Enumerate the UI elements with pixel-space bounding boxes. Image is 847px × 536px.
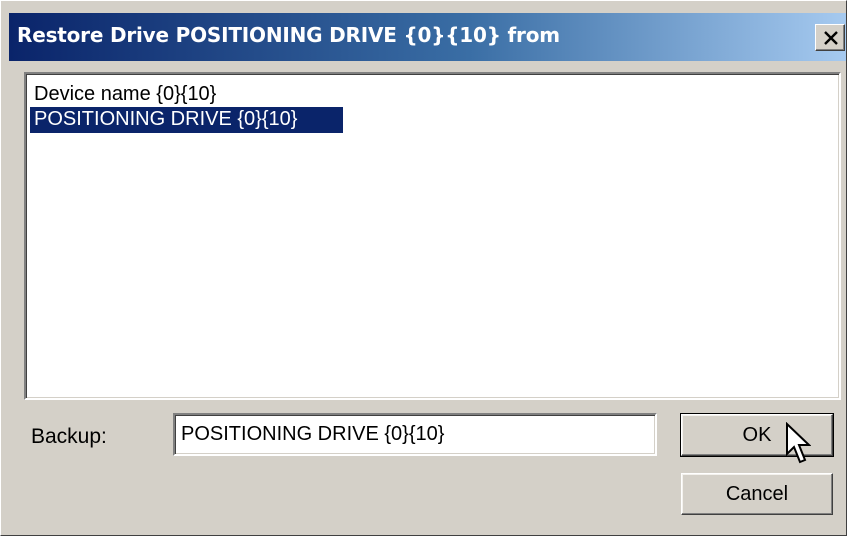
close-icon — [824, 31, 838, 45]
device-list[interactable]: Device name {0}{10} POSITIONING DRIVE {0… — [24, 72, 841, 400]
backup-label: Backup: — [31, 425, 107, 448]
list-item[interactable]: Device name {0}{10} — [30, 82, 220, 108]
title-bar[interactable]: Restore Drive POSITIONING DRIVE {0}{10} … — [9, 13, 846, 61]
arrow-cursor-icon — [786, 422, 811, 464]
backup-field[interactable]: POSITIONING DRIVE {0}{10} — [173, 413, 657, 456]
cancel-button[interactable]: Cancel — [681, 473, 833, 515]
dialog-title: Restore Drive POSITIONING DRIVE {0}{10} … — [17, 23, 560, 47]
list-item-selected[interactable]: POSITIONING DRIVE {0}{10} — [30, 107, 343, 133]
restore-drive-dialog: Restore Drive POSITIONING DRIVE {0}{10} … — [0, 0, 847, 536]
close-button[interactable] — [815, 24, 845, 51]
